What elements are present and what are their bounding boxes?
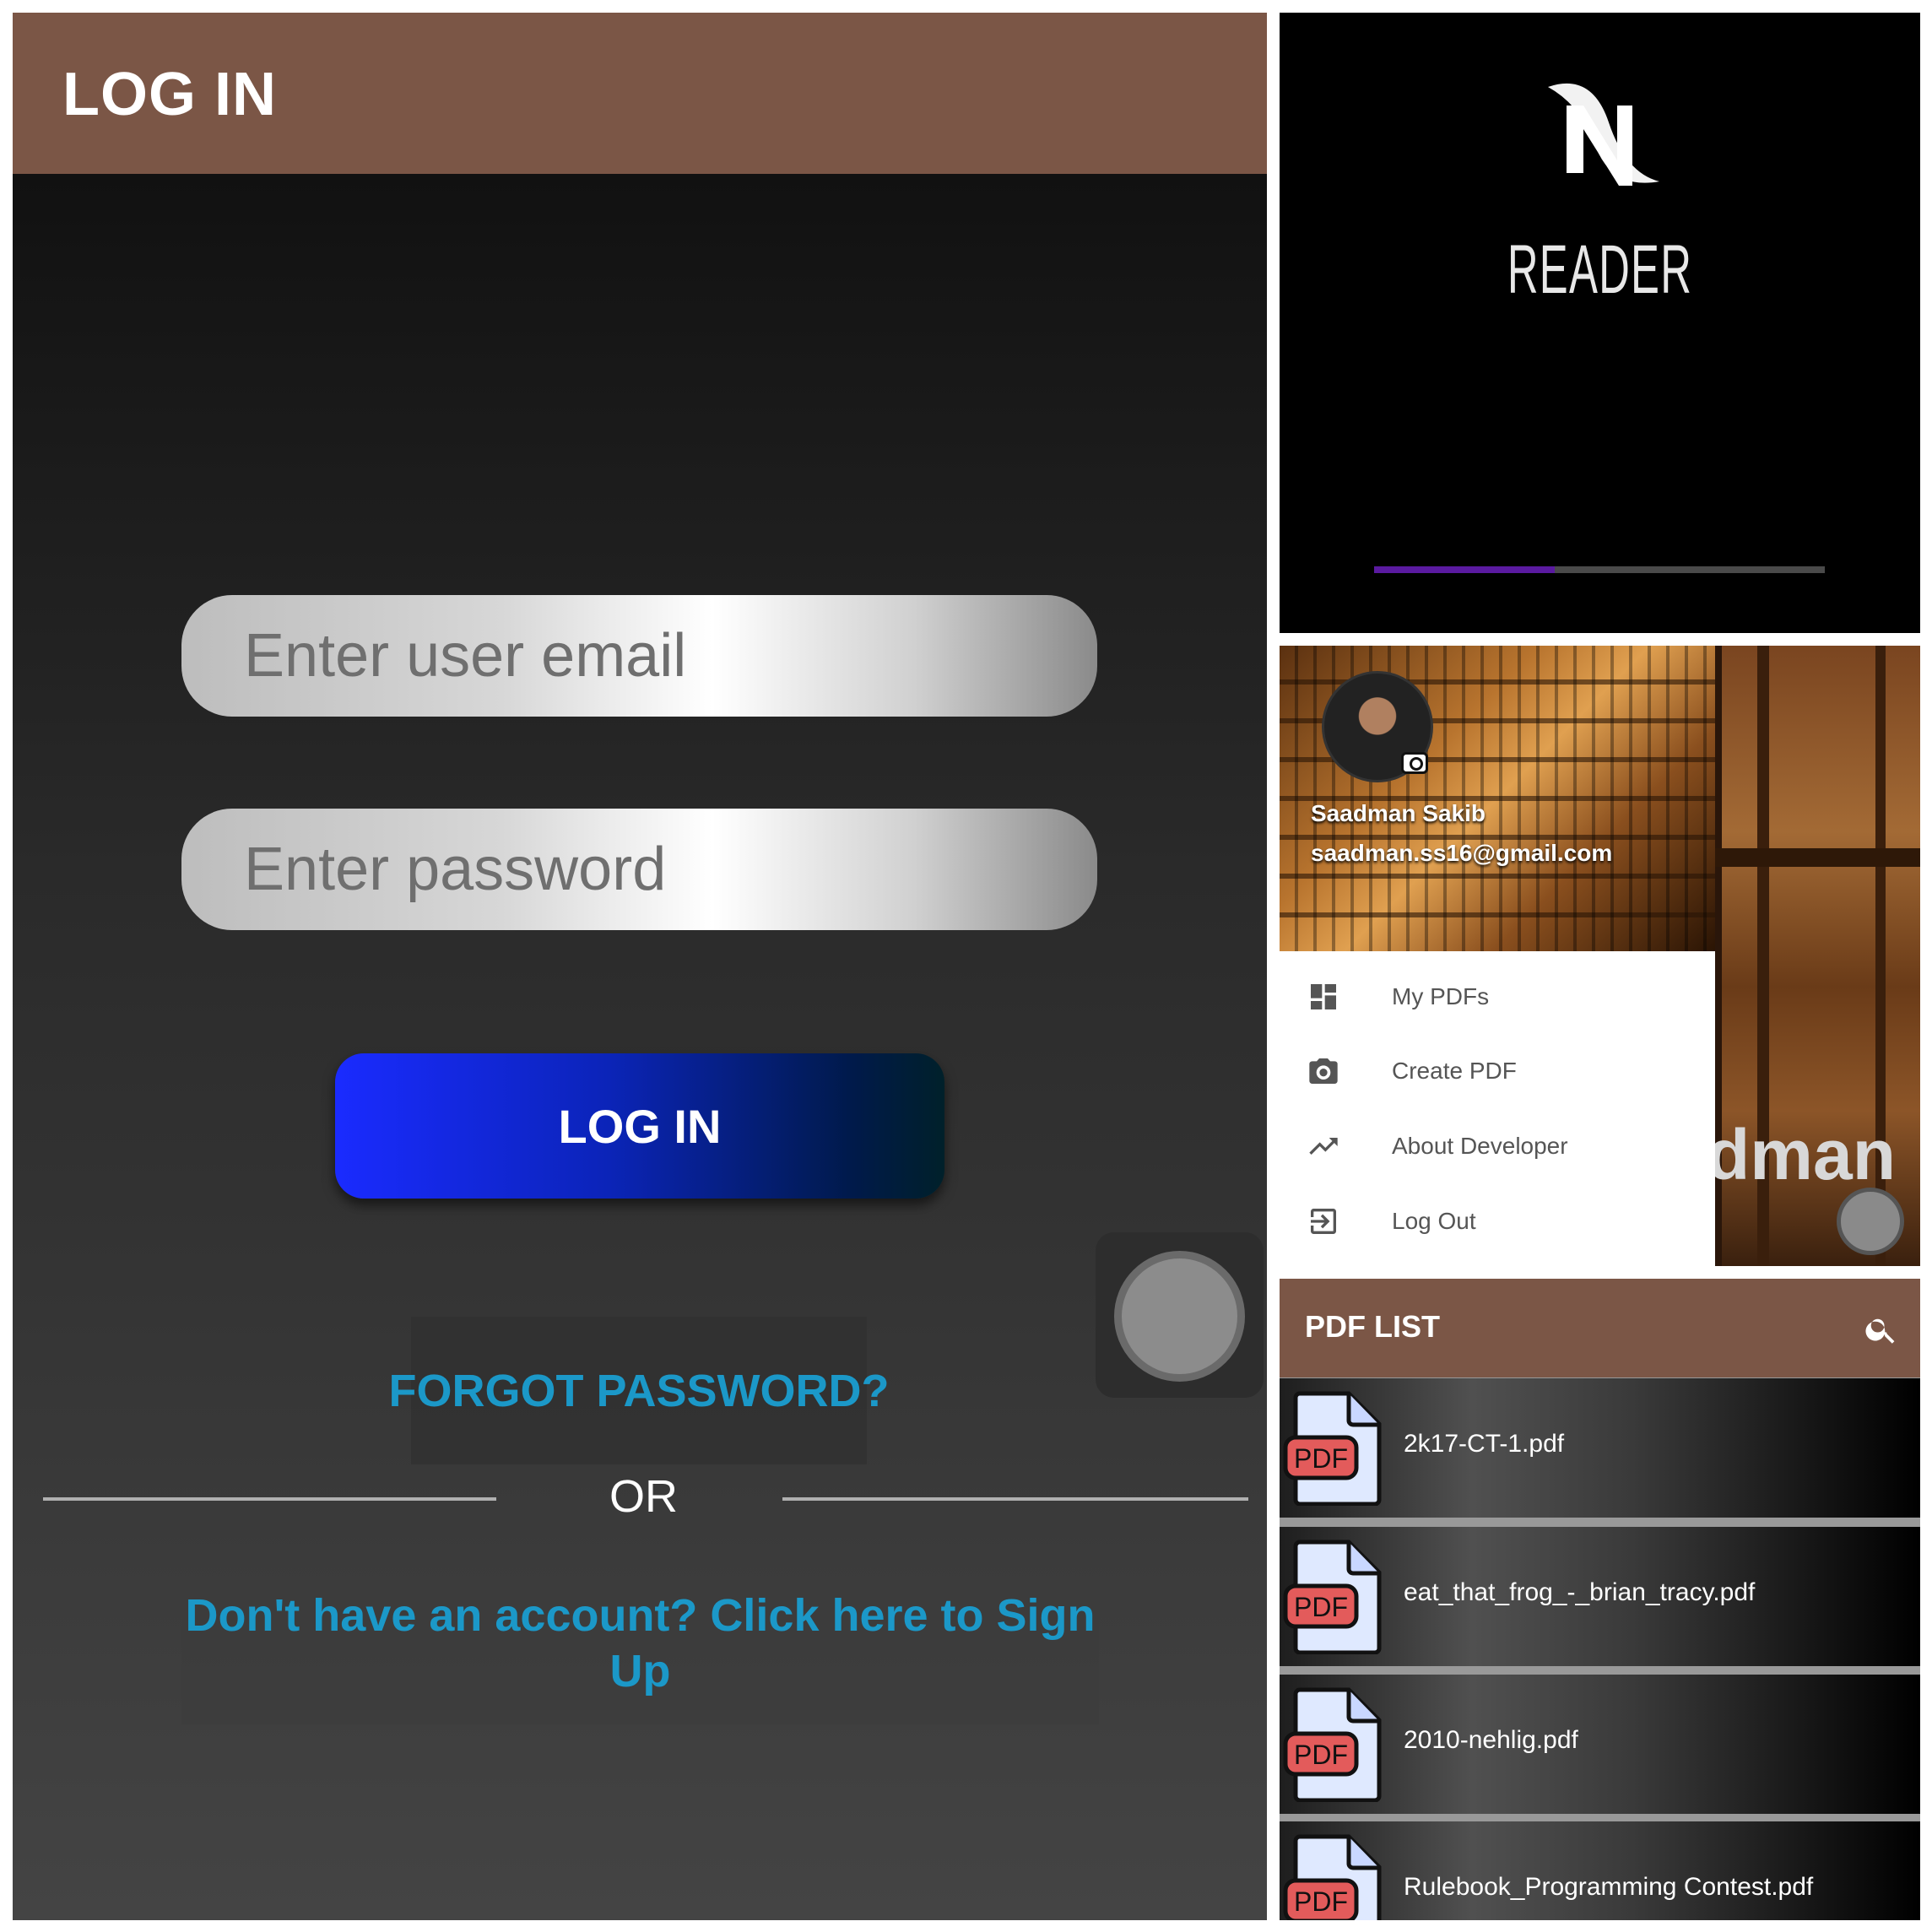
divider-left [43, 1497, 496, 1501]
pdf-file-icon: PDF [1283, 1834, 1382, 1920]
app-logo-icon [1548, 83, 1659, 186]
email-field-container [181, 595, 1097, 717]
pdf-list-title: PDF LIST [1305, 1309, 1440, 1344]
pdf-list-screen: PDF LIST PDF 2k17-CT-1.pdf PDF eat_that_… [1280, 1279, 1920, 1920]
pdf-file-icon: PDF [1283, 1540, 1382, 1654]
pdf-icon-text: PDF [1294, 1443, 1348, 1474]
pdf-icon-text: PDF [1294, 1740, 1348, 1770]
menu-item-label: My PDFs [1392, 983, 1490, 1009]
pdf-icon-text: PDF [1294, 1592, 1348, 1622]
pdf-file-name: Rulebook_Programming Contest.pdf [1404, 1873, 1814, 1901]
pdf-list-item[interactable]: PDF eat_that_frog_-_brian_tracy.pdf [1280, 1527, 1920, 1666]
trending-up-icon [1309, 1138, 1338, 1155]
or-label: OR [609, 1471, 678, 1522]
pdf-list-item[interactable]: PDF 2k17-CT-1.pdf [1280, 1378, 1920, 1518]
pdf-file-name: 2k17-CT-1.pdf [1404, 1430, 1565, 1458]
camera-icon[interactable] [1401, 752, 1428, 774]
pdf-list-app-bar: PDF LIST [1280, 1279, 1920, 1377]
loading-progress-fill [1374, 566, 1555, 573]
navigation-drawer-screen: dman Saadman Sakib saadman.ss16@gmail.co… [1280, 646, 1920, 1266]
pdf-file-icon: PDF [1283, 1391, 1382, 1506]
logout-icon [1311, 1209, 1336, 1234]
forgot-password-button[interactable]: FORGOT PASSWORD? [389, 1317, 890, 1464]
password-field-container [181, 809, 1097, 930]
menu-item-label: Create PDF [1392, 1058, 1517, 1084]
signup-label: Don't have an account? Click here to Sig… [185, 1589, 1096, 1697]
login-button[interactable]: LOG IN [335, 1053, 944, 1199]
drawer-menu: My PDFs Create PDF About Developer Log O… [1280, 951, 1715, 1266]
pdf-file-name: 2010-nehlig.pdf [1404, 1726, 1578, 1754]
drawer-header: Saadman Sakib saadman.ss16@gmail.com [1280, 646, 1715, 951]
login-title: LOG IN [62, 61, 277, 128]
loading-progress-bar [1374, 566, 1825, 573]
pdf-icon-text: PDF [1294, 1886, 1348, 1917]
pdf-file-icon: PDF [1283, 1687, 1382, 1802]
pdf-file-name: eat_that_frog_-_brian_tracy.pdf [1404, 1578, 1756, 1606]
background-title-text: dman [1707, 1115, 1897, 1194]
user-name: Saadman Sakib [1311, 800, 1486, 826]
menu-item-label: About Developer [1392, 1133, 1568, 1159]
dashboard-icon [1311, 984, 1336, 1009]
menu-item-log-out[interactable]: Log Out [1280, 1184, 1715, 1258]
menu-item-about-developer[interactable]: About Developer [1280, 1109, 1715, 1183]
divider-right [782, 1497, 1248, 1501]
menu-item-label: Log Out [1392, 1208, 1476, 1234]
signup-link[interactable]: Don't have an account? Click here to Sig… [181, 1561, 1099, 1724]
menu-item-my-pdfs[interactable]: My PDFs [1280, 960, 1715, 1034]
forgot-password-label: FORGOT PASSWORD? [388, 1365, 890, 1416]
search-icon[interactable] [1864, 1312, 1899, 1347]
pdf-list-item[interactable]: PDF Rulebook_Programming Contest.pdf [1280, 1821, 1920, 1920]
assistive-touch-button[interactable] [1837, 1188, 1904, 1255]
password-field[interactable] [181, 809, 1097, 930]
assistive-touch-dot [1114, 1251, 1245, 1382]
login-app-bar: LOG IN [13, 13, 1267, 174]
pdf-list-item[interactable]: PDF 2010-nehlig.pdf [1280, 1675, 1920, 1814]
splash-screen: READER [1280, 13, 1920, 633]
app-name: READER [1507, 231, 1693, 308]
menu-item-create-pdf[interactable]: Create PDF [1280, 1034, 1715, 1108]
login-screen: LOG IN LOG IN FORGOT PASSWORD? OR Don't … [13, 13, 1267, 1920]
camera-icon [1309, 1058, 1338, 1084]
email-field[interactable] [181, 595, 1097, 717]
user-email: saadman.ss16@gmail.com [1311, 840, 1613, 866]
